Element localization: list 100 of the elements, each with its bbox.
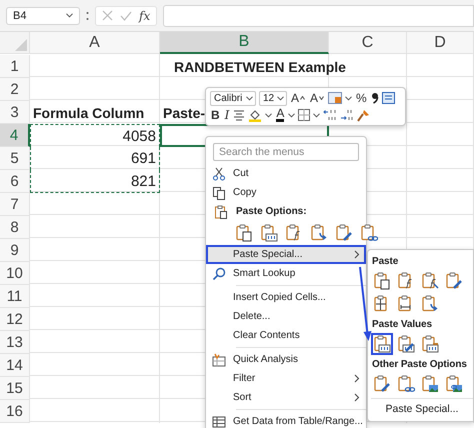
- column-header[interactable]: C: [329, 32, 407, 54]
- column-header[interactable]: D: [407, 32, 474, 54]
- menu-item[interactable]: Get Data from Table/Range...: [206, 412, 366, 428]
- bold-button[interactable]: B: [210, 107, 221, 123]
- clipboard-icon: [397, 375, 415, 393]
- caret-down-icon: [288, 112, 296, 118]
- clipboard-icon: [373, 272, 391, 290]
- chart-table-icon: [212, 352, 226, 366]
- font-name-field[interactable]: Calibri: [210, 90, 256, 106]
- chevron-right-icon: [354, 393, 360, 402]
- caret-down-icon: [345, 96, 352, 100]
- chevron-right-icon: [354, 374, 360, 383]
- menu-item[interactable]: Quick Analysis: [206, 350, 366, 369]
- increase-decimal-icon[interactable]: [340, 109, 354, 121]
- cell-styles-icon[interactable]: [328, 92, 342, 104]
- clipboard-icon: [445, 375, 463, 393]
- column-heading: Paste-: [163, 104, 206, 120]
- check-icon[interactable]: [120, 10, 132, 20]
- column-header[interactable]: B: [160, 32, 329, 54]
- menu-item[interactable]: Clear Contents: [206, 326, 366, 345]
- row-header[interactable]: 15: [0, 377, 30, 400]
- clipboard-icon: [421, 335, 439, 353]
- clipboard-icon: [445, 272, 463, 290]
- clipboard-icon: [373, 335, 391, 353]
- row-header[interactable]: 11: [0, 285, 30, 308]
- clipboard-icon: [373, 375, 391, 393]
- clipboard-icon: [421, 272, 439, 290]
- borders-icon[interactable]: [298, 109, 310, 121]
- percent-style-button[interactable]: %: [355, 90, 368, 106]
- table-cell: 4058: [122, 128, 156, 144]
- caret-down-icon: [319, 96, 324, 100]
- decrease-font-button[interactable]: A: [309, 90, 326, 106]
- menu-section-heading: Paste: [371, 254, 400, 268]
- menu-item[interactable]: Delete...: [206, 307, 366, 326]
- menu-section-heading: Other Paste Options: [371, 358, 468, 372]
- caret-down-icon: [277, 96, 284, 100]
- menu-item[interactable]: Sort: [206, 388, 366, 407]
- paintbrush-icon[interactable]: [357, 108, 370, 122]
- caret-down-icon: [265, 112, 272, 118]
- menu-section-heading: Paste Options:: [236, 206, 307, 217]
- menu-item[interactable]: Paste Special...: [371, 398, 473, 419]
- clipboard-icon: [260, 224, 278, 242]
- row-header[interactable]: 12: [0, 308, 30, 331]
- paste-option-button[interactable]: [259, 222, 279, 244]
- table-cell: 821: [130, 172, 156, 190]
- menu-section-heading: Paste Values: [371, 318, 433, 332]
- menu-item[interactable]: Smart Lookup: [206, 264, 366, 283]
- caret-down-icon: [66, 13, 73, 18]
- wrap-table-icon[interactable]: [382, 92, 395, 104]
- paste-option-button[interactable]: [359, 222, 379, 244]
- row-header[interactable]: 1: [0, 55, 30, 78]
- formula-field[interactable]: [163, 4, 474, 26]
- row-header[interactable]: 14: [0, 354, 30, 377]
- clipboard-icon: [421, 295, 439, 313]
- search-field[interactable]: Search the menus: [213, 143, 359, 161]
- caret-down-icon: [313, 112, 320, 118]
- column-heading: Formula Column: [33, 104, 144, 120]
- row-header[interactable]: 5: [0, 147, 30, 170]
- paste-option-button[interactable]: [371, 333, 393, 355]
- row-header[interactable]: 13: [0, 331, 30, 354]
- row-header[interactable]: 7: [0, 193, 30, 216]
- clipboard-icon: [397, 335, 415, 353]
- clipboard-icon: [214, 204, 228, 218]
- decrease-decimal-icon[interactable]: [323, 109, 338, 121]
- row-header[interactable]: 16: [0, 400, 30, 423]
- search-icon: [212, 266, 226, 280]
- triangle-icon: [15, 39, 27, 51]
- insert-function-button[interactable]: fx: [139, 8, 150, 22]
- clipboard-icon: [310, 224, 328, 242]
- font-size-field[interactable]: 12: [259, 90, 287, 106]
- comma-style-icon[interactable]: [370, 92, 379, 104]
- caret-down-icon: [246, 96, 253, 100]
- scissors-icon: [212, 166, 226, 180]
- caret-up-icon: [300, 96, 306, 100]
- clipboard-icon: [235, 224, 253, 242]
- menu-item[interactable]: Paste Special...: [206, 245, 366, 264]
- increase-font-button[interactable]: A: [290, 90, 306, 106]
- fill-bucket-icon[interactable]: [248, 108, 262, 122]
- font-color-button[interactable]: A: [275, 107, 286, 123]
- align-center-icon[interactable]: [233, 110, 246, 120]
- row-header[interactable]: 8: [0, 216, 30, 239]
- chevron-right-icon: [354, 250, 360, 259]
- more-options-icon: [86, 10, 89, 20]
- row-header[interactable]: 4: [0, 124, 30, 147]
- menu-item[interactable]: Copy: [206, 183, 366, 202]
- menu-item[interactable]: Filter: [206, 369, 366, 388]
- row-header[interactable]: 6: [0, 170, 30, 193]
- name-box[interactable]: B4: [6, 6, 80, 24]
- row-header[interactable]: 10: [0, 262, 30, 285]
- row-header[interactable]: 9: [0, 239, 30, 262]
- italic-button[interactable]: I: [224, 107, 230, 123]
- copy-icon: [212, 186, 226, 200]
- row-header[interactable]: 3: [0, 101, 30, 124]
- clipboard-icon: [421, 375, 439, 393]
- paste-option-button[interactable]: [234, 222, 254, 244]
- menu-item[interactable]: Insert Copied Cells...: [206, 288, 366, 307]
- table-cell: 691: [130, 150, 156, 167]
- column-header[interactable]: A: [30, 32, 160, 54]
- row-header[interactable]: 2: [0, 78, 30, 101]
- menu-item[interactable]: Cut: [206, 164, 366, 183]
